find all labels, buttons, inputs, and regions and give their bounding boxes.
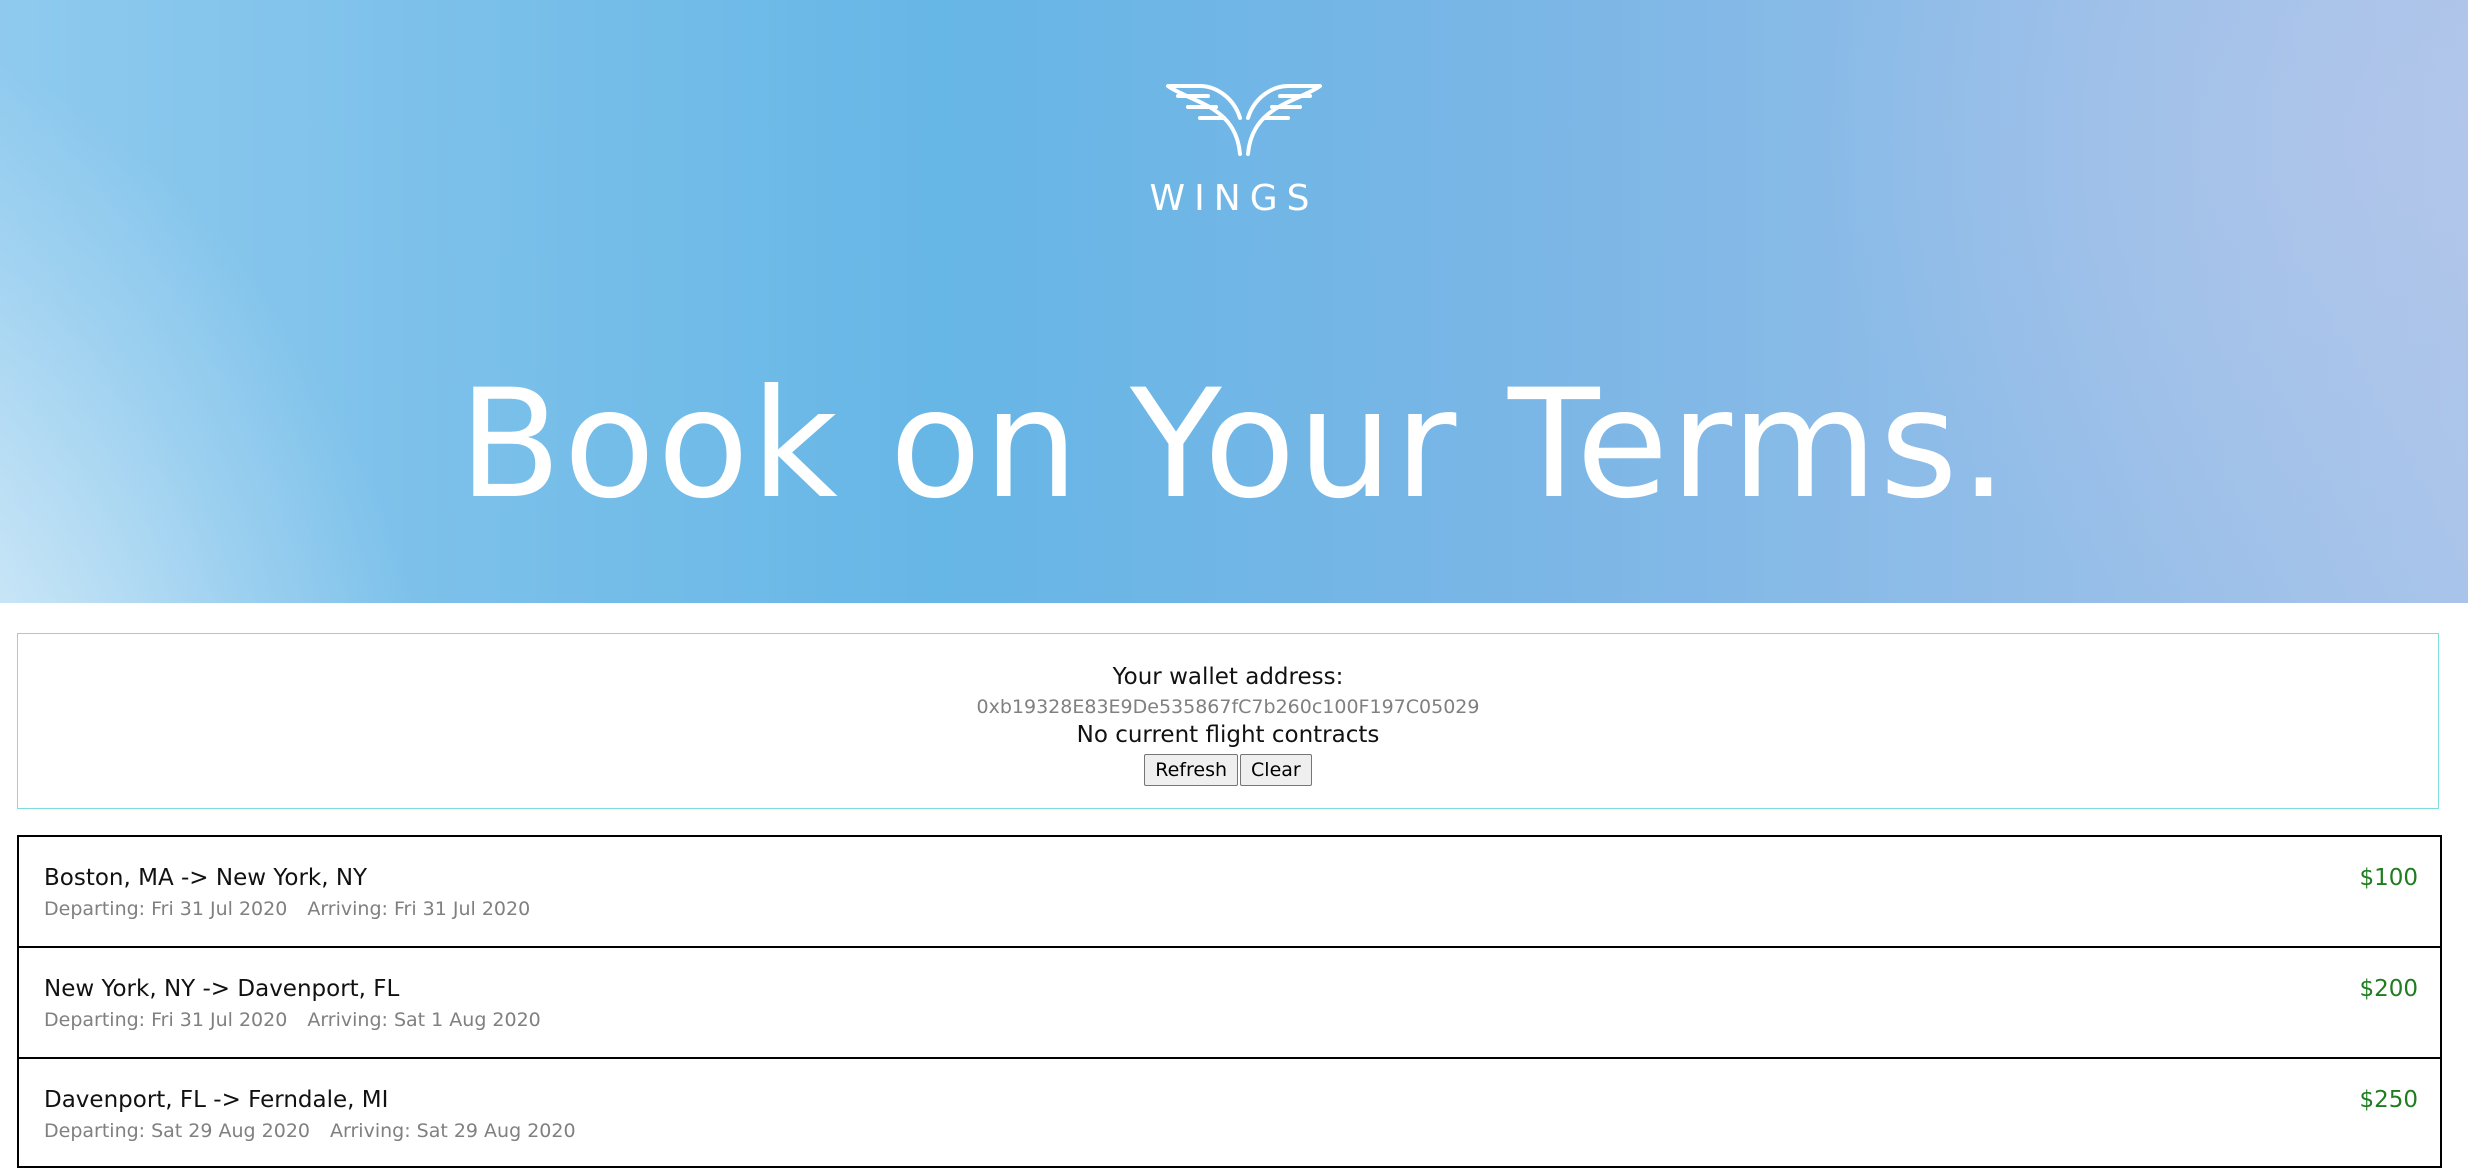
arriving-time: Arriving: Sat 29 Aug 2020	[330, 1120, 576, 1142]
wings-logo-icon	[1164, 80, 1324, 160]
flight-route: Boston, MA -> New York, NY	[44, 865, 368, 891]
flight-times: Departing: Fri 31 Jul 2020 Arriving: Fri …	[44, 898, 530, 920]
refresh-button[interactable]: Refresh	[1144, 754, 1239, 786]
brand-name: WINGS	[1149, 178, 1319, 219]
flight-price: $200	[2359, 976, 2418, 1002]
wallet-panel: Your wallet address: 0xb19328E83E9De5358…	[17, 633, 2439, 809]
departing-time: Departing: Fri 31 Jul 2020	[44, 898, 288, 920]
flight-times: Departing: Fri 31 Jul 2020 Arriving: Sat …	[44, 1009, 541, 1031]
contracts-status: No current flight contracts	[1076, 722, 1380, 748]
arriving-time: Arriving: Sat 1 Aug 2020	[307, 1009, 541, 1031]
flight-list: Boston, MA -> New York, NY Departing: Fr…	[17, 835, 2442, 1168]
flight-list-item[interactable]: New York, NY -> Davenport, FL Departing:…	[17, 946, 2442, 1057]
arriving-time: Arriving: Fri 31 Jul 2020	[307, 898, 531, 920]
hero-light-gradient	[0, 0, 460, 603]
flight-price: $100	[2359, 865, 2418, 891]
wallet-address: 0xb19328E83E9De535867fC7b260c100F197C050…	[976, 696, 1480, 718]
wallet-title: Your wallet address:	[1112, 664, 1344, 690]
departing-time: Departing: Sat 29 Aug 2020	[44, 1120, 311, 1142]
wallet-actions: Refresh Clear	[18, 754, 2438, 786]
departing-time: Departing: Fri 31 Jul 2020	[44, 1009, 288, 1031]
flight-price: $250	[2359, 1087, 2418, 1113]
flight-times: Departing: Sat 29 Aug 2020 Arriving: Sat …	[44, 1120, 576, 1142]
flight-route: Davenport, FL -> Ferndale, MI	[44, 1087, 389, 1113]
clear-button[interactable]: Clear	[1240, 754, 1312, 786]
flight-list-item[interactable]: Boston, MA -> New York, NY Departing: Fr…	[17, 835, 2442, 946]
hero-banner: WINGS Book on Your Terms.	[0, 0, 2468, 603]
flight-route: New York, NY -> Davenport, FL	[44, 976, 400, 1002]
hero-headline: Book on Your Terms.	[458, 358, 2010, 532]
flight-list-item[interactable]: Davenport, FL -> Ferndale, MI Departing:…	[17, 1057, 2442, 1168]
